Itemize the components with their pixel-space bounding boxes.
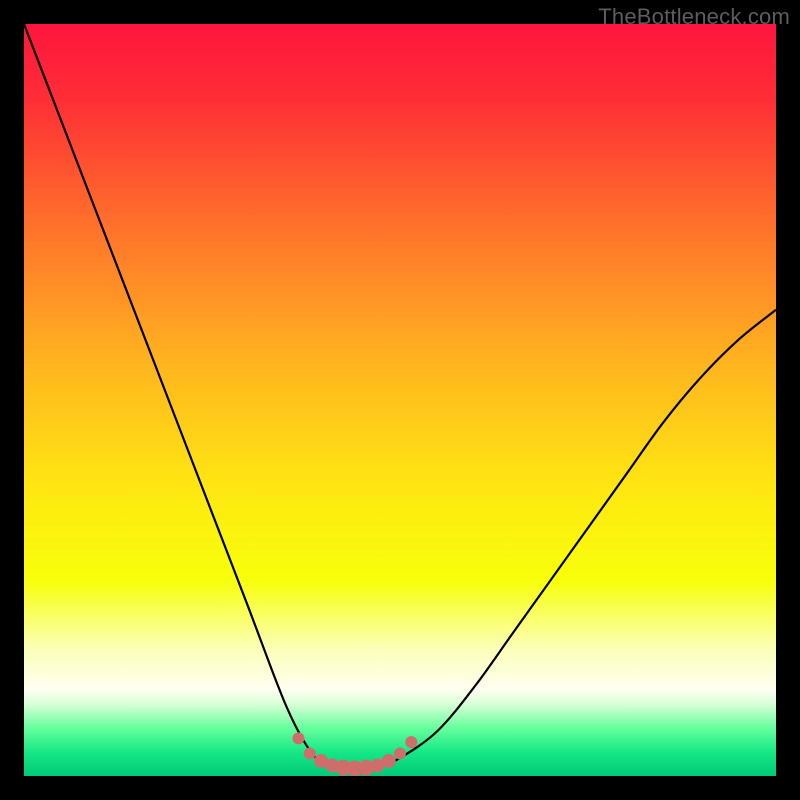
marker-dot — [405, 736, 417, 748]
marker-dot — [292, 732, 304, 744]
curve-layer — [24, 24, 776, 776]
plot-area — [24, 24, 776, 776]
bottleneck-curve — [24, 24, 776, 769]
marker-dot — [394, 747, 406, 759]
chart-frame: TheBottleneck.com — [0, 0, 800, 800]
bottom-markers-group — [292, 732, 417, 776]
marker-dot — [304, 747, 316, 759]
marker-dot — [382, 754, 396, 768]
watermark-text: TheBottleneck.com — [598, 4, 790, 30]
